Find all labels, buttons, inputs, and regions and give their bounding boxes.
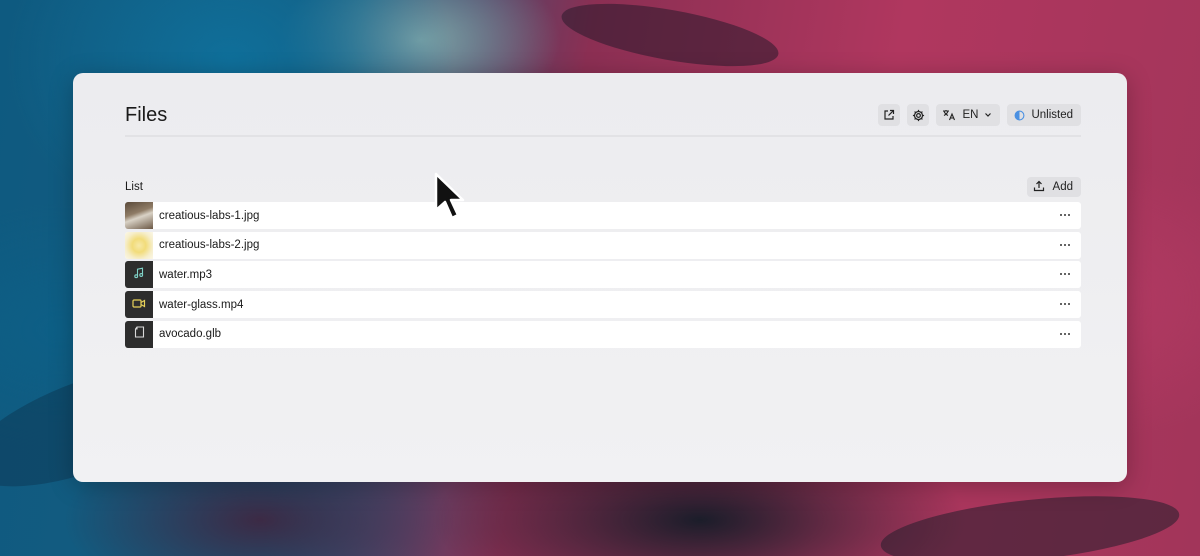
music-note-icon	[133, 266, 145, 284]
panel-header: Files EN Unlisted	[125, 101, 1081, 137]
list-item[interactable]: avocado.glb	[125, 320, 1081, 348]
more-options-button[interactable]	[1057, 208, 1073, 222]
background-swirl	[877, 484, 1183, 556]
file-name: creatious-labs-1.jpg	[159, 209, 260, 222]
more-options-button[interactable]	[1057, 297, 1073, 311]
list-item[interactable]: water.mp3	[125, 261, 1081, 289]
file-name: water.mp3	[159, 268, 213, 281]
half-circle-icon	[1014, 110, 1025, 121]
language-select[interactable]: EN	[936, 104, 1001, 126]
visibility-label: Unlisted	[1031, 109, 1073, 121]
list-item[interactable]: creatious-labs-1.jpg	[125, 202, 1081, 229]
translate-icon	[942, 109, 956, 121]
more-options-button[interactable]	[1057, 327, 1073, 341]
list-item[interactable]: creatious-labs-2.jpg	[125, 231, 1081, 259]
file-icon	[134, 325, 145, 343]
visibility-button[interactable]: Unlisted	[1007, 104, 1081, 126]
add-file-button[interactable]: Add	[1026, 177, 1081, 197]
page-title: Files	[125, 104, 168, 126]
file-name: avocado.glb	[159, 328, 222, 341]
more-options-button[interactable]	[1057, 267, 1073, 281]
list-title: List	[125, 181, 143, 193]
toolbar: EN Unlisted	[878, 104, 1081, 126]
file-thumbnail	[125, 320, 153, 348]
external-link-icon	[883, 109, 895, 121]
video-icon	[132, 296, 146, 314]
list-header: List Add	[125, 177, 1081, 197]
mouse-pointer-icon	[433, 172, 467, 227]
files-panel: Files EN Unlisted List Add creatious-lab…	[73, 73, 1127, 482]
gear-icon	[912, 109, 925, 122]
list-item[interactable]: water-glass.mp4	[125, 291, 1081, 319]
language-label: EN	[962, 109, 979, 121]
upload-icon	[1033, 180, 1045, 195]
video-thumbnail	[125, 291, 153, 319]
background-swirl	[557, 0, 783, 79]
settings-button[interactable]	[907, 104, 930, 126]
file-list: creatious-labs-1.jpg creatious-labs-2.jp…	[125, 202, 1081, 350]
audio-thumbnail	[125, 261, 153, 289]
more-options-button[interactable]	[1057, 238, 1073, 252]
file-name: water-glass.mp4	[159, 298, 244, 311]
chevron-down-icon	[984, 112, 992, 118]
image-thumbnail	[125, 202, 153, 229]
add-label: Add	[1052, 181, 1073, 193]
file-name: creatious-labs-2.jpg	[159, 239, 260, 252]
open-external-button[interactable]	[878, 104, 901, 126]
image-thumbnail	[125, 231, 153, 259]
